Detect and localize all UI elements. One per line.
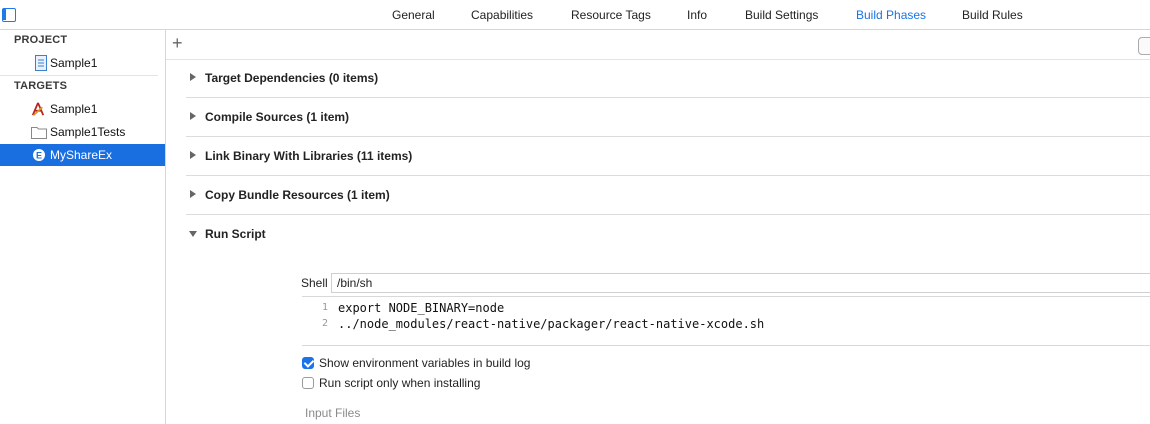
phase-copy-bundle-resources[interactable]: Copy Bundle Resources (1 item) [186, 176, 1150, 215]
sidebar-divider [0, 75, 158, 76]
shell-label: Shell [301, 276, 328, 290]
filter-icon[interactable] [1138, 37, 1150, 55]
folder-icon [31, 127, 47, 139]
extension-icon: E [33, 149, 45, 161]
line-number-gutter: 1 2 [302, 297, 330, 345]
run-only-installing-checkbox[interactable] [302, 377, 314, 389]
disclosure-triangle-icon[interactable] [190, 73, 196, 81]
project-section-header: PROJECT [14, 34, 68, 46]
disclosure-triangle-icon[interactable] [190, 190, 196, 198]
phase-title: Run Script [205, 227, 266, 241]
sidebar-item-target-sample1[interactable]: Sample1 [0, 98, 165, 120]
tab-build-settings[interactable]: Build Settings [745, 8, 818, 22]
run-only-installing-label: Run script only when installing [319, 376, 481, 390]
sidebar-item-label: Sample1Tests [50, 125, 126, 139]
phase-title: Copy Bundle Resources (1 item) [205, 188, 390, 202]
svg-text:E: E [36, 151, 42, 161]
targets-section-header: TARGETS [14, 80, 68, 92]
phase-title: Compile Sources (1 item) [205, 110, 350, 124]
line-number: 1 [321, 302, 328, 313]
project-file-icon [35, 55, 47, 71]
add-build-phase-button[interactable]: + [172, 34, 183, 52]
input-files-header: Input Files [305, 406, 361, 420]
phase-run-script[interactable]: Run Script [186, 215, 1150, 254]
tab-build-phases[interactable]: Build Phases [856, 8, 926, 22]
phase-target-dependencies[interactable]: Target Dependencies (0 items) [186, 59, 1150, 98]
build-phases-editor: + Target Dependencies (0 items) Compile … [166, 30, 1150, 424]
disclosure-triangle-expanded-icon[interactable] [189, 231, 197, 237]
sidebar-item-project-sample1[interactable]: Sample1 [0, 52, 165, 74]
phase-link-binary[interactable]: Link Binary With Libraries (11 items) [186, 137, 1150, 176]
editor-tab-bar: General Capabilities Resource Tags Info … [0, 0, 1150, 30]
tab-general[interactable]: General [392, 8, 435, 22]
disclosure-triangle-icon[interactable] [190, 151, 196, 159]
phase-compile-sources[interactable]: Compile Sources (1 item) [186, 98, 1150, 137]
tab-info[interactable]: Info [687, 8, 707, 22]
shell-field[interactable]: /bin/sh [331, 273, 1150, 293]
sidebar-item-target-myshareex[interactable]: E MyShareEx [0, 144, 165, 166]
phase-title: Link Binary With Libraries (11 items) [205, 149, 413, 163]
sidebar-item-label: Sample1 [50, 102, 98, 116]
script-editor[interactable]: 1 2 export NODE_BINARY=node ../node_modu… [302, 296, 1150, 346]
show-env-vars-checkbox[interactable] [302, 357, 314, 369]
sidebar-item-label: Sample1 [50, 56, 98, 70]
phase-title: Target Dependencies (0 items) [205, 71, 379, 85]
app-target-icon [31, 102, 45, 116]
tab-capabilities[interactable]: Capabilities [471, 8, 533, 22]
script-line: export NODE_BINARY=node [338, 301, 505, 315]
line-number: 2 [321, 318, 328, 329]
tab-resource-tags[interactable]: Resource Tags [571, 8, 651, 22]
show-env-vars-label: Show environment variables in build log [319, 356, 531, 370]
tab-build-rules[interactable]: Build Rules [962, 8, 1023, 22]
project-target-sidebar: PROJECT Sample1 TARGETS Sample1 Sample1T… [0, 30, 166, 424]
navigator-toggle-icon[interactable] [2, 8, 16, 22]
sidebar-item-target-sample1tests[interactable]: Sample1Tests [0, 121, 165, 143]
script-line: ../node_modules/react-native/packager/re… [338, 317, 765, 331]
disclosure-triangle-icon[interactable] [190, 112, 196, 120]
sidebar-item-label: MyShareEx [50, 148, 113, 162]
